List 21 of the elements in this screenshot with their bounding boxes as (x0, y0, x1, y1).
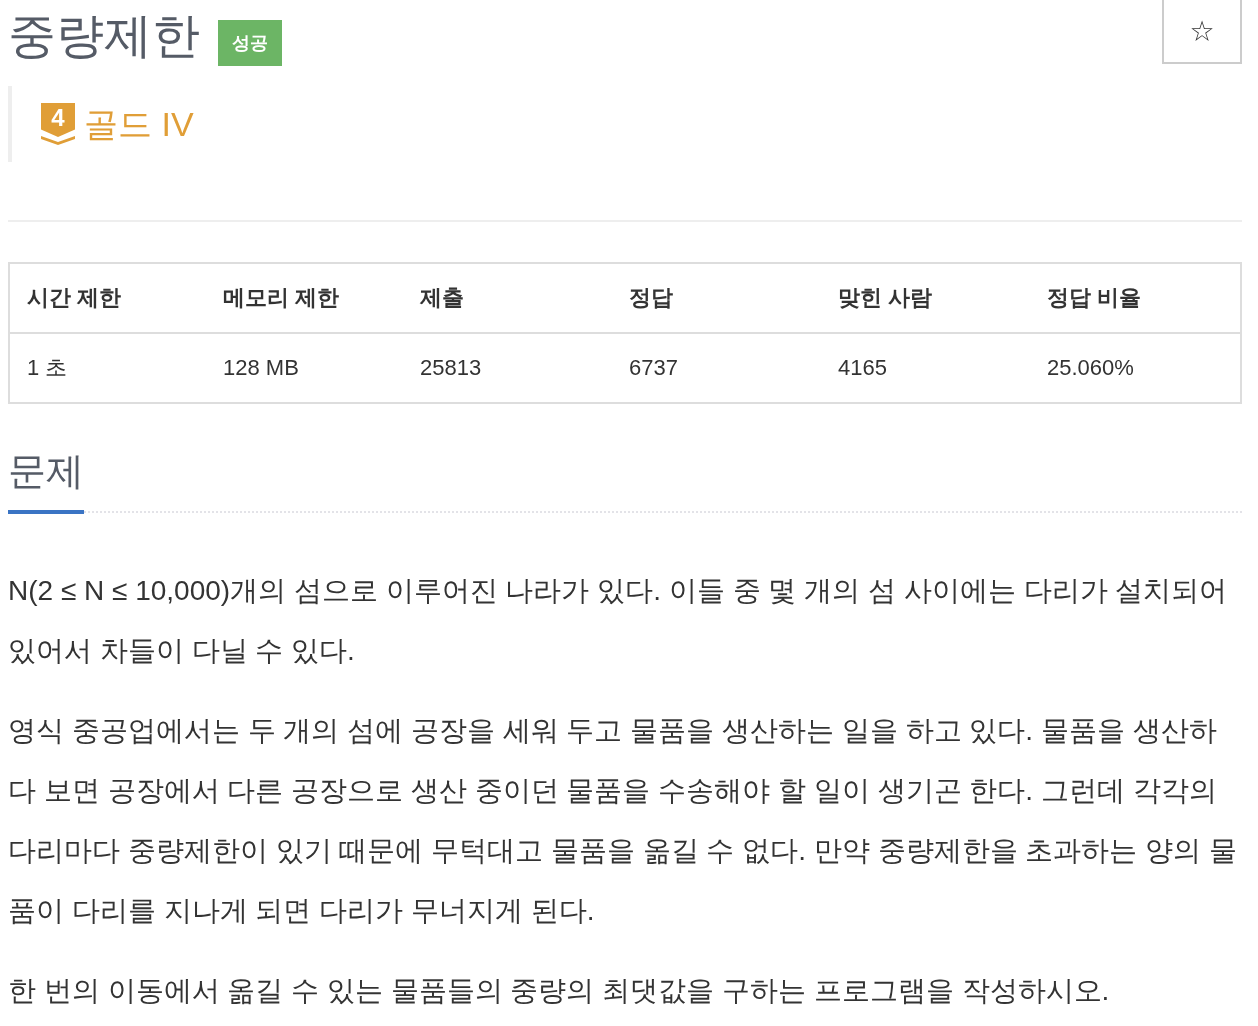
column-header: 정답 비율 (1030, 263, 1241, 333)
problem-paragraph: N(2 ≤ N ≤ 10,000)개의 섬으로 이루어진 나라가 있다. 이들 중 몇 개의 섬 사이에는 다리가 설치되어 있어서 차들이 다닐 수 있다. (8, 574, 1229, 668)
column-header: 맞힌 사람 (821, 263, 1030, 333)
chevron-icon (41, 136, 75, 145)
result-label: 성공 (218, 20, 282, 66)
column-header: 정답 (612, 263, 821, 333)
problem-paragraph: 영식 중공업에서는 두 개의 섬에 공장을 세워 두고 물품을 생산하는 일을 하고 있다. 물품을 생산하다 보면 공장에서 다른 공장으로 생산 중이던 물품을 수송해야 할 일이 생기곤 한다. 그런데 각각의 다리마다 중량제한이 있기 때문에 무턱대고 물품을 옮길 수 없다. 만약 중량제한을 초과하는 양의 물품이 다리를 지나게 되면 다리가 무너지게 된다. (8, 714, 1238, 928)
table-cell: 1 초 (9, 333, 206, 403)
table-cell: 128 MB (206, 333, 403, 403)
problem-paragraph: 한 번의 이동에서 옮길 수 있는 물품들의 중량의 최댓값을 구하는 프로그램을 작성하시오. (8, 974, 1111, 1008)
table-cell: 6737 (612, 333, 821, 403)
tier-label: 골드 IV (84, 104, 194, 144)
column-header: 메모리 제한 (206, 263, 403, 333)
table-cell: 25813 (403, 333, 612, 403)
problem-title: 중량제한 (8, 8, 200, 64)
table-cell: 25.060% (1030, 333, 1241, 403)
column-header: 시간 제한 (9, 263, 206, 333)
table-cell: 4165 (821, 333, 1030, 403)
column-header: 제출 (403, 263, 612, 333)
section-heading: 문제 (8, 442, 84, 514)
favorite-button[interactable]: ☆ (1162, 0, 1242, 64)
